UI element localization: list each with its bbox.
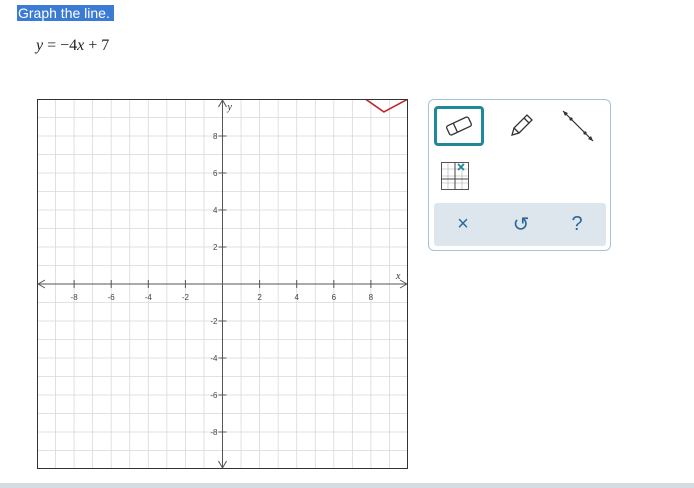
pencil-icon (511, 114, 533, 136)
x-tick-label: -6 (108, 293, 116, 302)
equation-coefficient: = −4 (43, 37, 78, 54)
tool-panel: × ↺ ? (428, 99, 611, 251)
graph-settings-button[interactable] (435, 156, 475, 196)
grid-settings-icon (441, 162, 469, 190)
y-axis-label: y (227, 102, 233, 113)
y-tick-label: -6 (210, 391, 218, 400)
x-tick-label: 6 (332, 293, 337, 302)
y-tick-label: 2 (213, 243, 218, 252)
partial-drawn-shape (364, 99, 408, 113)
help-button[interactable]: ? (552, 203, 602, 246)
bottom-bar (0, 483, 694, 488)
line-tool-icon (562, 110, 594, 142)
y-tick-label: 6 (213, 169, 218, 178)
question-prompt: Graph the line. (17, 5, 114, 21)
x-axis-label: x (395, 271, 401, 282)
y-tick-label: 4 (213, 206, 218, 215)
undo-button[interactable]: ↺ (496, 203, 546, 246)
coordinate-plane[interactable]: -8 -6 -4 -2 2 4 6 8 8 6 4 2 -2 -4 -6 -8 x y (37, 99, 408, 469)
eraser-tool-button[interactable] (434, 106, 484, 146)
help-icon: ? (571, 213, 583, 235)
y-tick-label: 8 (213, 132, 218, 141)
x-tick-label: 4 (294, 293, 299, 302)
line-tool-button[interactable] (553, 106, 603, 146)
x-tick-label: 8 (369, 293, 374, 302)
action-bar: × ↺ ? (434, 203, 606, 246)
x-tick-label: 2 (257, 293, 262, 302)
close-icon: × (457, 213, 469, 235)
equation: y = −4x + 7 (36, 37, 109, 55)
clear-button[interactable]: × (438, 203, 488, 246)
y-tick-label: -4 (210, 354, 218, 363)
x-tick-label: -4 (145, 293, 153, 302)
pencil-tool-button[interactable] (496, 106, 546, 146)
y-tick-label: -2 (210, 317, 218, 326)
equation-constant: + 7 (84, 37, 110, 54)
x-tick-label: -8 (71, 293, 79, 302)
x-tick-label: -2 (182, 293, 190, 302)
graph-area[interactable]: -8 -6 -4 -2 2 4 6 8 8 6 4 2 -2 -4 -6 -8 x y (37, 99, 408, 469)
undo-icon: ↺ (512, 214, 530, 236)
y-tick-label: -8 (210, 428, 218, 437)
eraser-icon (446, 116, 472, 136)
